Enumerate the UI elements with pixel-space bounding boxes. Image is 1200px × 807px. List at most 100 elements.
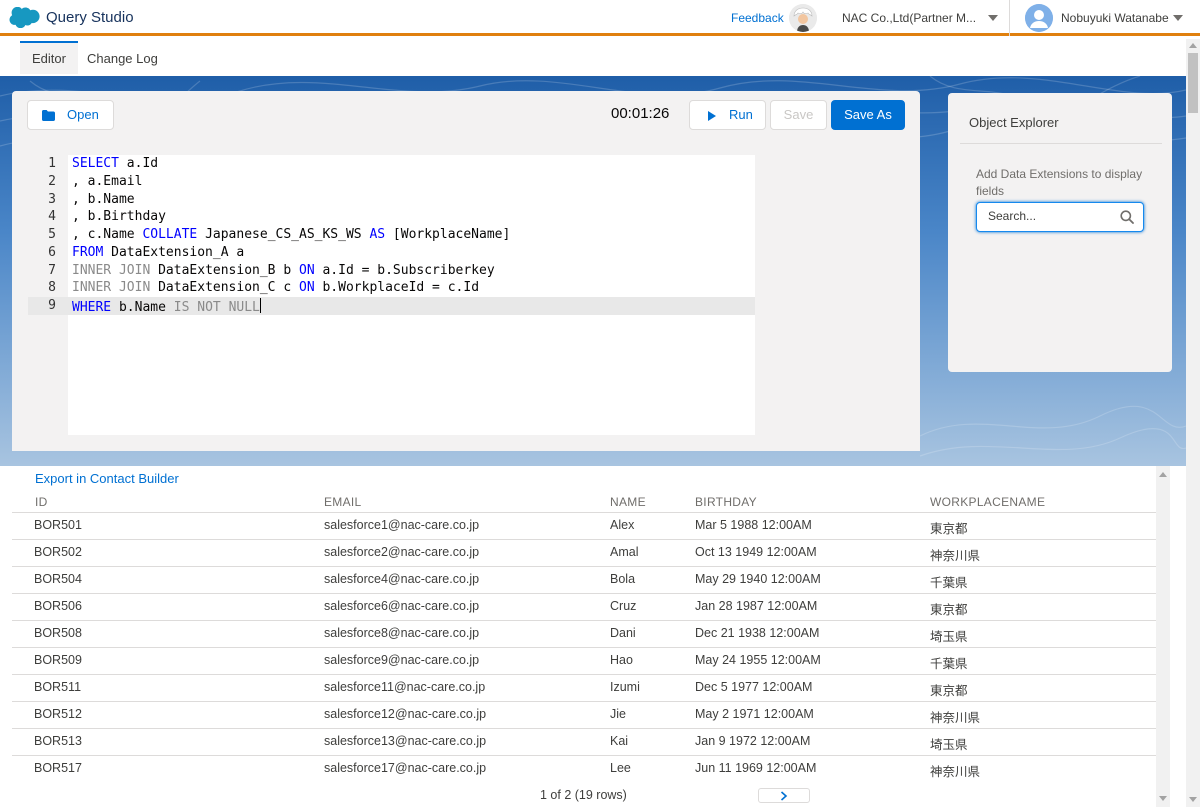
cell-workplacename: 東京都 [930, 603, 968, 617]
org-switcher-label[interactable]: NAC Co.,Ltd(Partner M... [842, 11, 976, 25]
line-number: 1 [48, 156, 56, 171]
explorer-hint-text: Add Data Extensions to display fields [976, 167, 1143, 198]
column-header-id[interactable]: ID [35, 495, 48, 509]
cell-name: Alex [610, 518, 635, 532]
pagination-status: 1 of 2 (19 rows) [540, 788, 627, 802]
cell-id: BOR513 [34, 734, 82, 748]
table-row[interactable]: BOR511 salesforce11@nac-care.co.jp Izumi De… [12, 674, 1156, 701]
query-timer: 00:01:26 [611, 105, 670, 122]
code-editor[interactable] [68, 155, 755, 435]
feedback-link[interactable]: Feedback [731, 11, 784, 25]
user-chevron-down-icon[interactable] [1173, 15, 1183, 21]
code-line[interactable]: FROM DataExtension_A a [72, 245, 244, 260]
run-button-label: Run [729, 107, 753, 122]
cell-id: BOR511 [34, 680, 82, 694]
table-row[interactable]: BOR502 salesforce2@nac-care.co.jp Amal Oct … [12, 539, 1156, 566]
page-scrollbar[interactable] [1186, 39, 1200, 807]
cell-id: BOR506 [34, 599, 82, 613]
save-as-button-label: Save As [844, 107, 892, 122]
salesforce-cloud-logo[interactable] [9, 7, 40, 28]
cell-birthday: May 24 1955 12:00AM [695, 653, 821, 667]
tab-change-log[interactable]: Change Log [75, 41, 170, 74]
cell-workplacename: 神奈川県 [930, 549, 981, 563]
cell-id: BOR512 [34, 707, 82, 721]
cell-birthday: Oct 13 1949 12:00AM [695, 545, 817, 559]
export-contact-builder-link[interactable]: Export in Contact Builder [35, 471, 179, 486]
cell-birthday: Jan 9 1972 12:00AM [695, 734, 811, 748]
chevron-right-icon [780, 791, 788, 801]
table-row[interactable]: BOR504 salesforce4@nac-care.co.jp Bola May … [12, 566, 1156, 593]
code-line[interactable]: , b.Birthday [72, 209, 166, 224]
column-header-email[interactable]: EMAIL [324, 495, 362, 509]
line-number: 3 [48, 192, 56, 207]
results-scroll-up-icon[interactable] [1159, 472, 1167, 477]
line-number: 6 [48, 245, 56, 260]
table-row[interactable]: BOR508 salesforce8@nac-care.co.jp Dani Dec … [12, 620, 1156, 647]
cell-name: Hao [610, 653, 633, 667]
search-icon[interactable] [1120, 210, 1134, 224]
cell-name: Izumi [610, 680, 640, 694]
column-header-name[interactable]: NAME [610, 495, 646, 509]
cell-workplacename: 千葉県 [930, 657, 968, 671]
next-page-button[interactable] [758, 788, 810, 803]
tab-bar: Editor Change Log [0, 39, 1186, 76]
table-row[interactable]: BOR512 salesforce12@nac-care.co.jp Jie May … [12, 701, 1156, 728]
user-avatar-icon[interactable] [1025, 4, 1053, 32]
cell-name: Dani [610, 626, 636, 640]
column-header-workplacename[interactable]: WORKPLACENAME [930, 495, 1045, 509]
cell-id: BOR502 [34, 545, 82, 559]
line-number: 2 [48, 174, 56, 189]
tab-editor[interactable]: Editor [20, 41, 78, 74]
table-row[interactable]: BOR513 salesforce13@nac-care.co.jp Kai Jan … [12, 728, 1156, 755]
table-row[interactable]: BOR501 salesforce1@nac-care.co.jp Alex Mar … [12, 512, 1156, 539]
user-menu-label[interactable]: Nobuyuki Watanabe [1061, 11, 1169, 25]
line-number: 9 [48, 298, 56, 313]
object-explorer-panel [948, 93, 1172, 372]
open-button[interactable]: Open [27, 100, 114, 130]
folder-icon [42, 110, 55, 121]
cell-id: BOR508 [34, 626, 82, 640]
cell-id: BOR517 [34, 761, 82, 775]
save-as-button[interactable]: Save As [831, 100, 905, 130]
cell-email: salesforce11@nac-care.co.jp [324, 680, 486, 694]
org-chevron-down-icon[interactable] [988, 15, 998, 21]
cell-birthday: Jan 28 1987 12:00AM [695, 599, 818, 613]
cell-workplacename: 千葉県 [930, 576, 968, 590]
cell-id: BOR501 [34, 518, 82, 532]
results-scrollbar[interactable] [1156, 466, 1170, 807]
table-row[interactable]: BOR509 salesforce9@nac-care.co.jp Hao May 2… [12, 647, 1156, 674]
cell-name: Kai [610, 734, 629, 748]
search-placeholder: Search... [988, 209, 1037, 223]
einstein-avatar-icon[interactable] [789, 4, 817, 32]
cell-workplacename: 神奈川県 [930, 765, 981, 779]
cell-email: salesforce17@nac-care.co.jp [324, 761, 487, 775]
column-header-birthday[interactable]: BIRTHDAY [695, 495, 757, 509]
cell-workplacename: 東京都 [930, 684, 968, 698]
code-line[interactable]: SELECT a.Id [72, 156, 158, 171]
cell-workplacename: 埼玉県 [930, 738, 968, 752]
line-number: 5 [48, 227, 56, 242]
save-button-label: Save [783, 107, 814, 122]
table-row[interactable]: BOR506 salesforce6@nac-care.co.jp Cruz Jan … [12, 593, 1156, 620]
cell-workplacename: 東京都 [930, 522, 968, 536]
cell-birthday: Dec 5 1977 12:00AM [695, 680, 813, 694]
cell-workplacename: 埼玉県 [930, 630, 968, 644]
save-button[interactable]: Save [770, 100, 827, 130]
code-line[interactable]: , b.Name [72, 192, 135, 207]
scroll-up-arrow-icon[interactable] [1189, 43, 1197, 48]
code-line[interactable]: , c.Name COLLATE Japanese_CS_AS_KS_WS AS… [72, 227, 510, 242]
code-line[interactable]: INNER JOIN DataExtension_C c ON b.Workpl… [72, 280, 479, 295]
run-button[interactable]: Run [689, 100, 766, 130]
header-divider [1009, 0, 1010, 36]
code-line[interactable]: INNER JOIN DataExtension_B b ON a.Id = b… [72, 263, 495, 278]
page-scrollbar-thumb[interactable] [1188, 53, 1198, 113]
code-line[interactable]: WHERE b.Name IS NOT NULL [72, 298, 261, 315]
cell-birthday: Dec 21 1938 12:00AM [695, 626, 820, 640]
cell-birthday: May 29 1940 12:00AM [695, 572, 821, 586]
scroll-down-arrow-icon[interactable] [1189, 797, 1197, 802]
results-scroll-down-icon[interactable] [1159, 796, 1167, 801]
cell-email: salesforce12@nac-care.co.jp [324, 707, 487, 721]
code-line[interactable]: , a.Email [72, 174, 142, 189]
table-row[interactable]: BOR517 salesforce17@nac-care.co.jp Lee Jun … [12, 755, 1156, 782]
object-explorer-title: Object Explorer [969, 115, 1059, 130]
